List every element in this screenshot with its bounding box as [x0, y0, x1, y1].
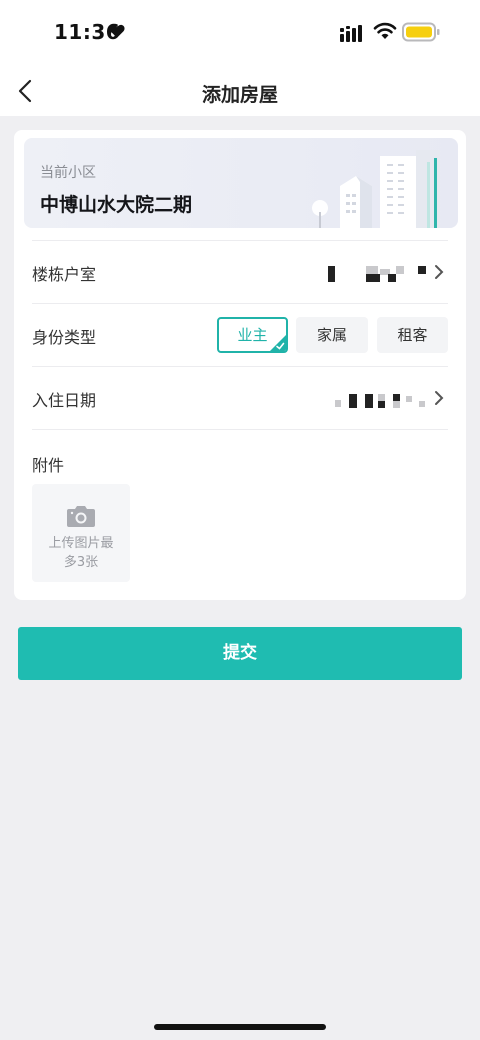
signal-icon: [340, 25, 362, 42]
status-bar: 11:36: [0, 0, 480, 64]
move-in-date-row[interactable]: 入住日期: [32, 366, 448, 429]
heart-icon: [109, 24, 125, 38]
identity-option-tenant[interactable]: 租客: [377, 317, 448, 353]
identity-option-owner-label: 业主: [237, 326, 268, 344]
community-name: 中博山水大院二期: [40, 194, 193, 216]
camera-icon: [67, 506, 95, 527]
nav-bar: 添加房屋: [0, 64, 480, 116]
battery-icon: [402, 22, 440, 42]
identity-type-row: 身份类型 业主 家属 租客: [32, 303, 448, 366]
building-room-label: 楼栋户室: [32, 265, 97, 284]
building-room-row[interactable]: 楼栋户室: [32, 240, 448, 303]
identity-option-family[interactable]: 家属: [296, 317, 368, 353]
attachment-label: 附件: [32, 456, 65, 475]
identity-option-owner[interactable]: 业主: [217, 317, 288, 353]
upload-hint-line2: 多3张: [63, 555, 99, 570]
check-icon: [270, 335, 286, 351]
identity-option-family-label: 家属: [316, 326, 347, 344]
submit-button[interactable]: 提交: [18, 627, 462, 680]
identity-option-tenant-label: 租客: [397, 326, 428, 344]
upload-hint: 上传图片最 多3张: [32, 534, 130, 572]
chevron-right-icon: [435, 265, 444, 279]
upload-hint-line1: 上传图片最: [48, 536, 114, 551]
house-form-card: 当前小区 中博山水大院二期 楼栋户室 身份类型 业主 家属 租客 入住日期 附件…: [14, 130, 466, 600]
upload-image-button[interactable]: 上传图片最 多3张: [32, 484, 130, 582]
top-bar: 11:36 添加房屋: [0, 0, 480, 116]
community-banner: 当前小区 中博山水大院二期: [24, 138, 458, 228]
wifi-icon: [373, 22, 397, 39]
home-indicator: [154, 1024, 326, 1030]
identity-type-label: 身份类型: [32, 328, 97, 347]
chevron-right-icon: [435, 391, 444, 405]
divider: [32, 429, 448, 430]
buildings-illustration: [312, 150, 440, 228]
page-title: 添加房屋: [201, 84, 278, 106]
community-label: 当前小区: [40, 165, 96, 181]
move-in-date-label: 入住日期: [32, 391, 97, 410]
